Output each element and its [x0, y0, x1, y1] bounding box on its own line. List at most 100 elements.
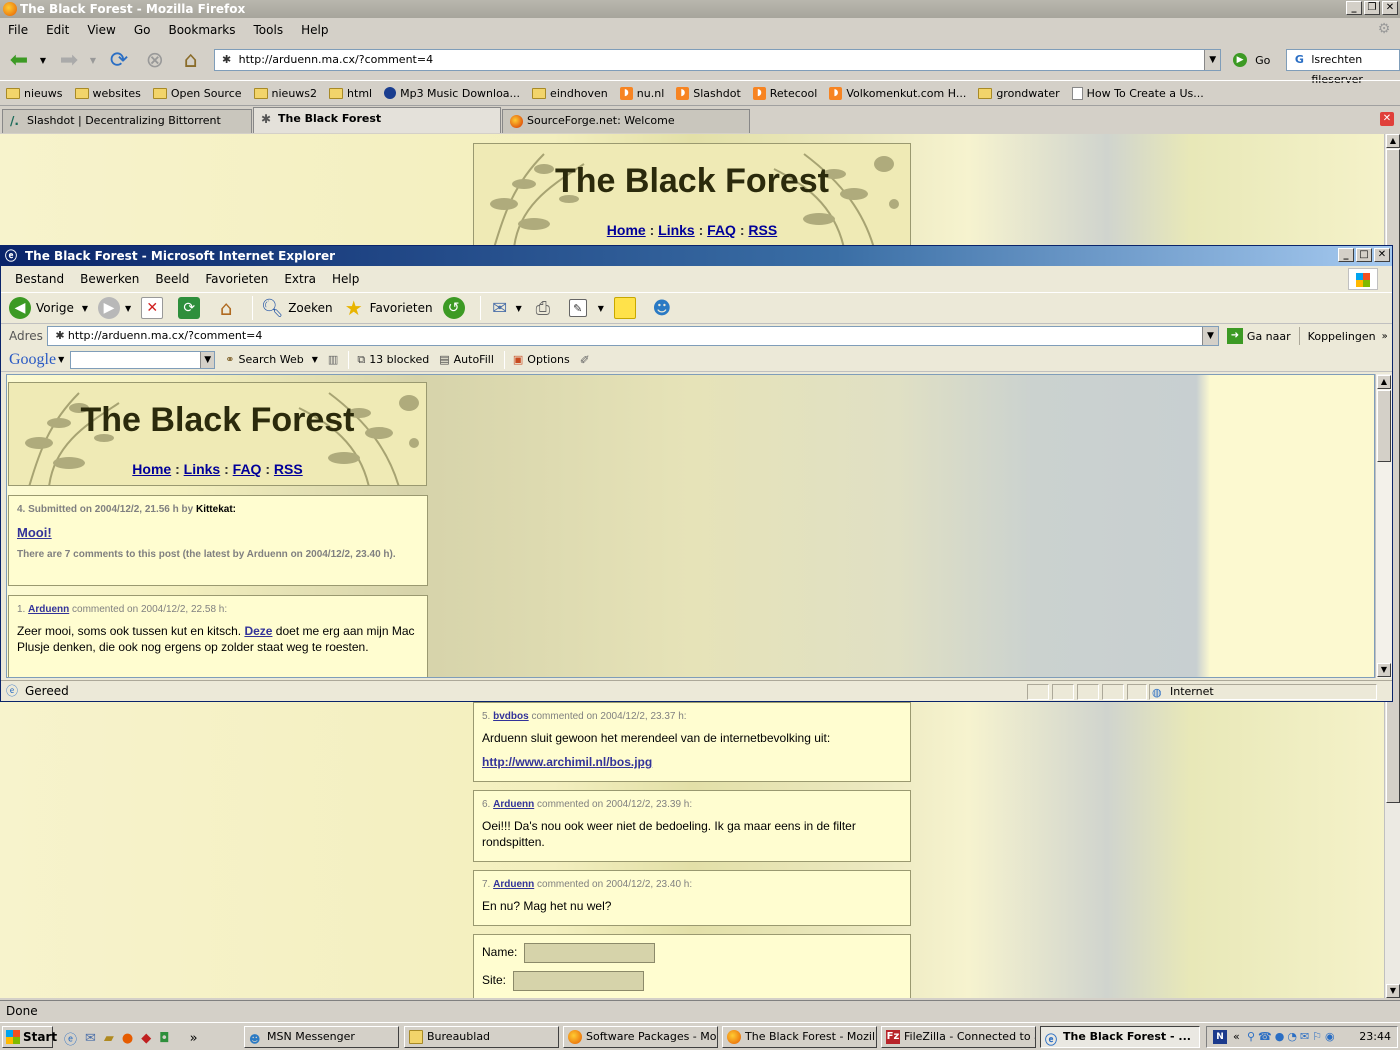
chevron-right-icon[interactable]: » [1382, 331, 1388, 342]
tab-black-forest[interactable]: ✱ The Black Forest [253, 107, 501, 133]
ie-mail-button[interactable]: ✉ ▼ [489, 297, 522, 319]
menu-go[interactable]: Go [132, 23, 153, 37]
highlighter-button[interactable]: ✐ [580, 353, 590, 367]
menu-file[interactable]: File [6, 23, 30, 37]
bookmark-item[interactable]: nieuws [6, 87, 63, 100]
nav-home-link[interactable]: Home [607, 222, 646, 238]
scroll-thumb[interactable] [1377, 390, 1391, 462]
bookmark-item[interactable]: ◗ Volkomenkut.com H... [829, 86, 966, 100]
ie-menu-help[interactable]: Help [332, 272, 359, 286]
ie-links-button[interactable]: Koppelingen [1308, 330, 1376, 343]
bookmark-item[interactable]: grondwater [978, 87, 1060, 100]
url-dropdown-icon[interactable]: ▼ [1204, 50, 1221, 70]
ie-close-button[interactable]: ✕ [1374, 248, 1390, 262]
maximize-button[interactable]: ❐ [1364, 1, 1380, 15]
bookmark-item[interactable]: ◗ Slashdot [676, 86, 741, 100]
comment-author-link[interactable]: bvdbos [493, 711, 529, 722]
ie-go-button[interactable]: Ga naar [1247, 330, 1291, 343]
app2-quicklaunch-icon[interactable]: ◘ [159, 1031, 169, 1046]
tab-slashdot[interactable]: /. Slashdot | Decentralizing Bittorrent [2, 109, 252, 133]
ie-back-button[interactable]: ◀ Vorige ▼ [9, 297, 88, 319]
nav-rss-link[interactable]: RSS [748, 222, 777, 238]
bookmark-item[interactable]: How To Create a Us... [1071, 86, 1204, 100]
menu-view[interactable]: View [85, 23, 117, 37]
ie-note-button[interactable] [613, 297, 641, 319]
nav-links-link[interactable]: Links [658, 222, 695, 238]
nav-home-link[interactable]: Home [132, 461, 171, 477]
scroll-down-icon[interactable]: ▼ [1386, 984, 1400, 998]
google-search-web-button[interactable]: ⚭ Search Web ▼ [225, 353, 318, 366]
bookmark-item[interactable]: eindhoven [532, 87, 608, 100]
back-button[interactable]: ⬅ [4, 45, 34, 75]
popup-blocker-button[interactable]: ⧉ 13 blocked [357, 353, 429, 367]
comment-author-link[interactable]: Arduenn [493, 799, 534, 810]
task-msn[interactable]: ☻ MSN Messenger [244, 1026, 399, 1048]
reload-button[interactable]: ⟳ [104, 45, 134, 75]
ie-quicklaunch-icon[interactable]: ⓔ [64, 1029, 77, 1048]
bookmark-item[interactable]: Open Source [152, 87, 242, 100]
forward-dropdown-icon[interactable]: ▼ [90, 56, 96, 65]
minimize-button[interactable]: _ [1346, 1, 1362, 15]
task-software-packages[interactable]: Software Packages - Mo... [563, 1026, 718, 1048]
norton-icon[interactable]: N [1213, 1030, 1227, 1044]
close-tab-icon[interactable]: ✕ [1380, 112, 1394, 126]
task-black-forest-firefox[interactable]: The Black Forest - Mozill... [722, 1026, 877, 1048]
go-icon[interactable]: ▶ [1233, 53, 1248, 67]
task-desktop[interactable]: Bureaublad [404, 1026, 559, 1048]
outlook-quicklaunch-icon[interactable]: ✉ [85, 1031, 96, 1046]
nav-faq-link[interactable]: FAQ [233, 461, 262, 477]
firefox-search-box[interactable]: G lsrechten fileserver [1286, 49, 1400, 86]
task-filezilla[interactable]: FzFileZilla - Connected to a... [881, 1026, 1036, 1048]
google-options-button[interactable]: ▣ Options [513, 353, 570, 366]
ie-history-button[interactable]: ↺ [442, 297, 470, 319]
firefox-quicklaunch-icon[interactable]: ● [122, 1031, 133, 1046]
back-dropdown-icon[interactable]: ▼ [40, 56, 46, 65]
scroll-up-icon[interactable]: ▲ [1377, 375, 1391, 389]
ie-refresh-button[interactable]: ⟳ [178, 297, 205, 319]
nav-rss-link[interactable]: RSS [274, 461, 303, 477]
google-pagerank-button[interactable]: ▥ [328, 353, 338, 366]
close-button[interactable]: ✕ [1382, 1, 1398, 15]
google-search-input[interactable]: ▼ [70, 350, 216, 369]
tab-sourceforge[interactable]: SourceForge.net: Welcome [502, 109, 750, 133]
autofill-button[interactable]: ▤ AutoFill [439, 353, 494, 366]
menu-help[interactable]: Help [299, 23, 330, 37]
ie-home-button[interactable]: ⌂ [215, 296, 242, 320]
ie-search-button[interactable]: 🔍︎ Zoeken [261, 297, 333, 319]
google-search-dropdown-icon[interactable]: ▼ [200, 351, 215, 368]
menu-edit[interactable]: Edit [44, 23, 71, 37]
app-quicklaunch-icon[interactable]: ◆ [141, 1031, 151, 1046]
quicklaunch-more-icon[interactable]: » [190, 1031, 198, 1046]
google-menu-dropdown-icon[interactable]: ▼ [58, 355, 64, 364]
menu-tools[interactable]: Tools [252, 23, 286, 37]
site-input[interactable] [513, 971, 644, 991]
ie-forward-button[interactable]: ▶ ▼ [98, 297, 131, 319]
bookmark-item[interactable]: html [329, 87, 372, 100]
menu-bookmarks[interactable]: Bookmarks [166, 23, 237, 37]
nav-links-link[interactable]: Links [184, 461, 221, 477]
comment-author-link[interactable]: Arduenn [493, 879, 534, 890]
firefox-url-bar[interactable]: ✱ http://arduenn.ma.cx/?comment=4 ▼ [213, 49, 1222, 71]
comment-author-link[interactable]: Arduenn [28, 604, 69, 615]
name-input[interactable] [524, 943, 655, 963]
stop-button[interactable]: ⊗ [140, 45, 170, 75]
ie-print-button[interactable]: ⎙ [532, 297, 559, 319]
scroll-up-icon[interactable]: ▲ [1386, 134, 1400, 148]
tray-icons[interactable]: ⚲☎●◔✉⚐◉ [1247, 1027, 1338, 1047]
ie-stop-button[interactable]: ✕ [141, 297, 168, 319]
home-button[interactable]: ⌂ [176, 45, 206, 75]
comment-url-link[interactable]: http://www.archimil.nl/bos.jpg [482, 755, 652, 769]
ie-menu-favorieten[interactable]: Favorieten [205, 272, 268, 286]
google-logo[interactable]: Google [9, 351, 56, 369]
post-title-link[interactable]: Mooi! [17, 525, 52, 540]
tray-expand-icon[interactable]: « [1233, 1027, 1240, 1047]
ie-edit-button[interactable]: ✎ ▼ [568, 299, 604, 317]
ie-messenger-button[interactable]: ☻ [651, 297, 678, 319]
start-button[interactable]: Start [2, 1026, 57, 1048]
ie-menu-bestand[interactable]: Bestand [15, 272, 64, 286]
bookmark-item[interactable]: Mp3 Music Downloa... [384, 87, 520, 100]
ie-vertical-scrollbar[interactable]: ▲ ▼ [1375, 374, 1392, 678]
folder-quicklaunch-icon[interactable]: ▰ [104, 1031, 114, 1046]
scroll-down-icon[interactable]: ▼ [1377, 663, 1391, 677]
ie-maximize-button[interactable]: □ [1356, 248, 1372, 262]
